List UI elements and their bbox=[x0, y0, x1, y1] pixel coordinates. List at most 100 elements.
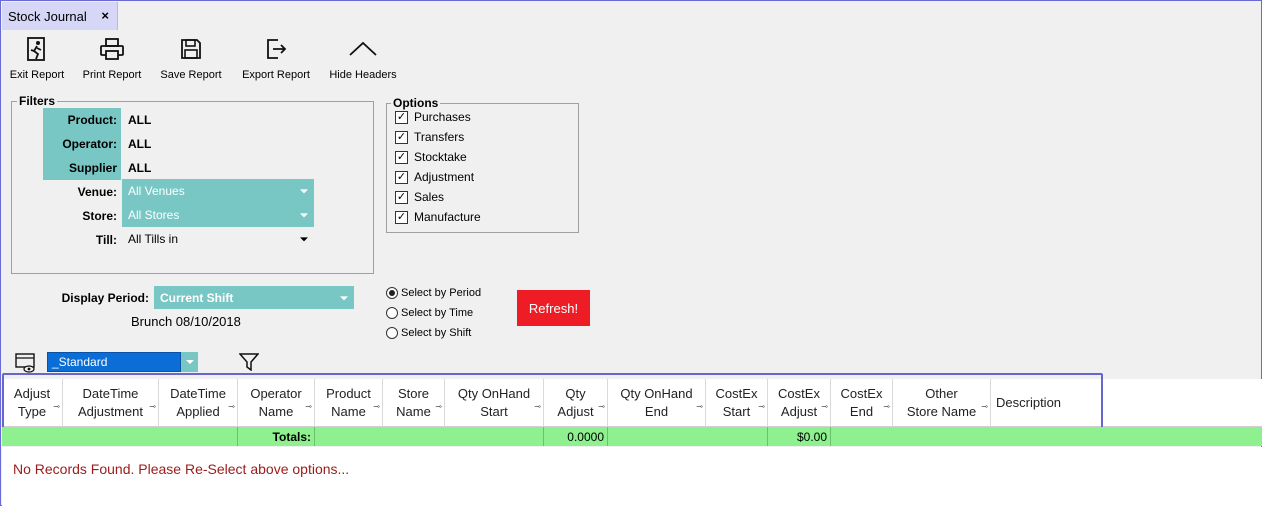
display-period-label: Display Period: bbox=[61, 291, 149, 305]
layout-dropdown[interactable]: _Standard bbox=[47, 352, 198, 372]
col-description[interactable]: Description bbox=[991, 379, 1071, 427]
venue-label: Venue: bbox=[77, 185, 117, 199]
radio-label: Select by Time bbox=[401, 307, 474, 319]
col-datetime-adjustment[interactable]: DateTime Adjustment ⊸ bbox=[63, 379, 159, 427]
col-line2: Adjust bbox=[780, 404, 818, 419]
options-group: Options ✓ Purchases ✓ Transfers ✓ Stocktake… bbox=[386, 96, 579, 233]
checkbox-icon[interactable]: ✓ bbox=[395, 130, 408, 144]
col-line1: CostEx bbox=[715, 386, 758, 401]
layout-view-icon[interactable] bbox=[15, 353, 37, 376]
pin-icon[interactable]: ⊸ bbox=[435, 398, 442, 416]
hide-headers-button[interactable]: Hide Headers bbox=[327, 33, 399, 81]
refresh-button[interactable]: Refresh! bbox=[517, 290, 590, 326]
filters-title: Filters bbox=[17, 94, 58, 108]
exit-report-label: Exit Report bbox=[9, 69, 65, 81]
option-transfers[interactable]: ✓ Transfers bbox=[395, 130, 464, 144]
pin-icon[interactable]: ⊸ bbox=[883, 398, 890, 416]
checkbox-icon[interactable]: ✓ bbox=[395, 210, 408, 224]
supplier-value[interactable]: ALL bbox=[122, 156, 312, 180]
hide-headers-label: Hide Headers bbox=[329, 69, 397, 81]
col-line2: Name bbox=[396, 404, 431, 419]
pin-icon[interactable]: ⊸ bbox=[696, 398, 703, 416]
col-costex-end[interactable]: CostEx End ⊸ bbox=[831, 379, 893, 427]
chevron-up-icon bbox=[348, 33, 378, 65]
pin-icon[interactable]: ⊸ bbox=[53, 398, 60, 416]
save-report-label: Save Report bbox=[160, 69, 222, 81]
option-manufacture[interactable]: ✓ Manufacture bbox=[395, 210, 481, 224]
col-line1: CostEx bbox=[840, 386, 883, 401]
radio-select-by-time[interactable]: Select by Time bbox=[386, 307, 473, 319]
col-line2: Name bbox=[331, 404, 366, 419]
totals-empty-cell bbox=[608, 427, 768, 446]
pin-icon[interactable]: ⊸ bbox=[534, 398, 541, 416]
col-qty-adjust[interactable]: Qty Adjust ⊸ bbox=[544, 379, 608, 427]
totals-row: Totals: 0.0000 $0.00 bbox=[2, 427, 1262, 446]
col-line1: CostEx bbox=[778, 386, 820, 401]
col-qty-onhand-end[interactable]: Qty OnHand End ⊸ bbox=[608, 379, 706, 427]
till-dropdown[interactable]: All Tills in bbox=[122, 228, 314, 250]
pin-icon[interactable]: ⊸ bbox=[758, 398, 765, 416]
option-purchases[interactable]: ✓ Purchases bbox=[395, 110, 471, 124]
export-report-button[interactable]: Export Report bbox=[239, 33, 313, 81]
product-value[interactable]: ALL bbox=[122, 108, 312, 132]
tab-stock-journal[interactable]: Stock Journal × bbox=[2, 2, 118, 30]
records-area: No Records Found. Please Re-Select above… bbox=[2, 447, 1262, 506]
tab-title: Stock Journal bbox=[8, 8, 87, 24]
col-operator-name[interactable]: Operator Name ⊸ bbox=[238, 379, 315, 427]
totals-empty-cell bbox=[315, 427, 544, 446]
col-other-store-name[interactable]: Other Store Name ⊸ bbox=[893, 379, 991, 427]
radio-on-icon[interactable] bbox=[386, 287, 398, 299]
radio-off-icon[interactable] bbox=[386, 327, 398, 339]
radio-select-by-shift[interactable]: Select by Shift bbox=[386, 327, 471, 339]
close-icon[interactable]: × bbox=[101, 8, 109, 23]
filter-icon[interactable] bbox=[238, 353, 260, 374]
radio-off-icon[interactable] bbox=[386, 307, 398, 319]
chevron-down-icon bbox=[340, 295, 348, 300]
pin-icon[interactable]: ⊸ bbox=[981, 398, 988, 416]
option-stocktake[interactable]: ✓ Stocktake bbox=[395, 150, 467, 164]
printer-icon bbox=[97, 33, 127, 65]
till-label: Till: bbox=[95, 233, 117, 247]
col-costex-start[interactable]: CostEx Start ⊸ bbox=[706, 379, 768, 427]
pin-icon[interactable]: ⊸ bbox=[373, 398, 380, 416]
option-label: Adjustment bbox=[414, 170, 475, 184]
radio-select-by-period[interactable]: Select by Period bbox=[386, 287, 481, 299]
col-adjust-type[interactable]: Adjust Type ⊸ bbox=[2, 379, 63, 427]
print-report-button[interactable]: Print Report bbox=[80, 33, 144, 81]
exit-report-button[interactable]: Exit Report bbox=[7, 33, 67, 81]
pin-icon[interactable]: ⊸ bbox=[305, 398, 312, 416]
checkbox-icon[interactable]: ✓ bbox=[395, 190, 408, 204]
col-qty-onhand-start[interactable]: Qty OnHand Start ⊸ bbox=[445, 379, 544, 427]
col-store-name[interactable]: Store Name ⊸ bbox=[383, 379, 445, 427]
col-line1: Store bbox=[397, 386, 430, 401]
option-sales[interactable]: ✓ Sales bbox=[395, 190, 444, 204]
operator-value[interactable]: ALL bbox=[122, 132, 312, 156]
grid-header: Adjust Type ⊸ DateTime Adjustment ⊸ DateTime… bbox=[2, 379, 1262, 427]
option-adjustment[interactable]: ✓ Adjustment bbox=[395, 170, 474, 184]
pin-icon[interactable]: ⊸ bbox=[821, 398, 828, 416]
chevron-down-icon[interactable] bbox=[181, 352, 198, 372]
operator-label: Operator: bbox=[43, 132, 121, 156]
col-product-name[interactable]: Product Name ⊸ bbox=[315, 379, 383, 427]
col-line1: Operator bbox=[250, 386, 302, 401]
store-dropdown[interactable]: All Stores bbox=[122, 203, 314, 227]
checkbox-icon[interactable]: ✓ bbox=[395, 150, 408, 164]
display-period-dropdown[interactable]: Current Shift bbox=[154, 286, 354, 309]
pin-icon[interactable]: ⊸ bbox=[598, 398, 605, 416]
no-records-message: No Records Found. Please Re-Select above… bbox=[13, 461, 350, 477]
venue-dropdown[interactable]: All Venues bbox=[122, 179, 314, 203]
pin-icon[interactable]: ⊸ bbox=[228, 398, 235, 416]
option-label: Sales bbox=[414, 190, 445, 204]
checkbox-icon[interactable]: ✓ bbox=[395, 110, 408, 124]
options-title: Options bbox=[391, 96, 441, 110]
report-window: Stock Journal × Exit Report Print Report… bbox=[0, 0, 1262, 506]
save-report-button[interactable]: Save Report bbox=[159, 33, 223, 81]
radio-label: Select by Period bbox=[401, 287, 482, 299]
pin-icon[interactable]: ⊸ bbox=[149, 398, 156, 416]
col-datetime-applied[interactable]: DateTime Applied ⊸ bbox=[159, 379, 238, 427]
col-line2: Applied bbox=[176, 404, 220, 419]
checkbox-icon[interactable]: ✓ bbox=[395, 170, 408, 184]
col-line1: Other bbox=[925, 386, 958, 401]
col-costex-adjust[interactable]: CostEx Adjust ⊸ bbox=[768, 379, 831, 427]
print-report-label: Print Report bbox=[82, 69, 142, 81]
